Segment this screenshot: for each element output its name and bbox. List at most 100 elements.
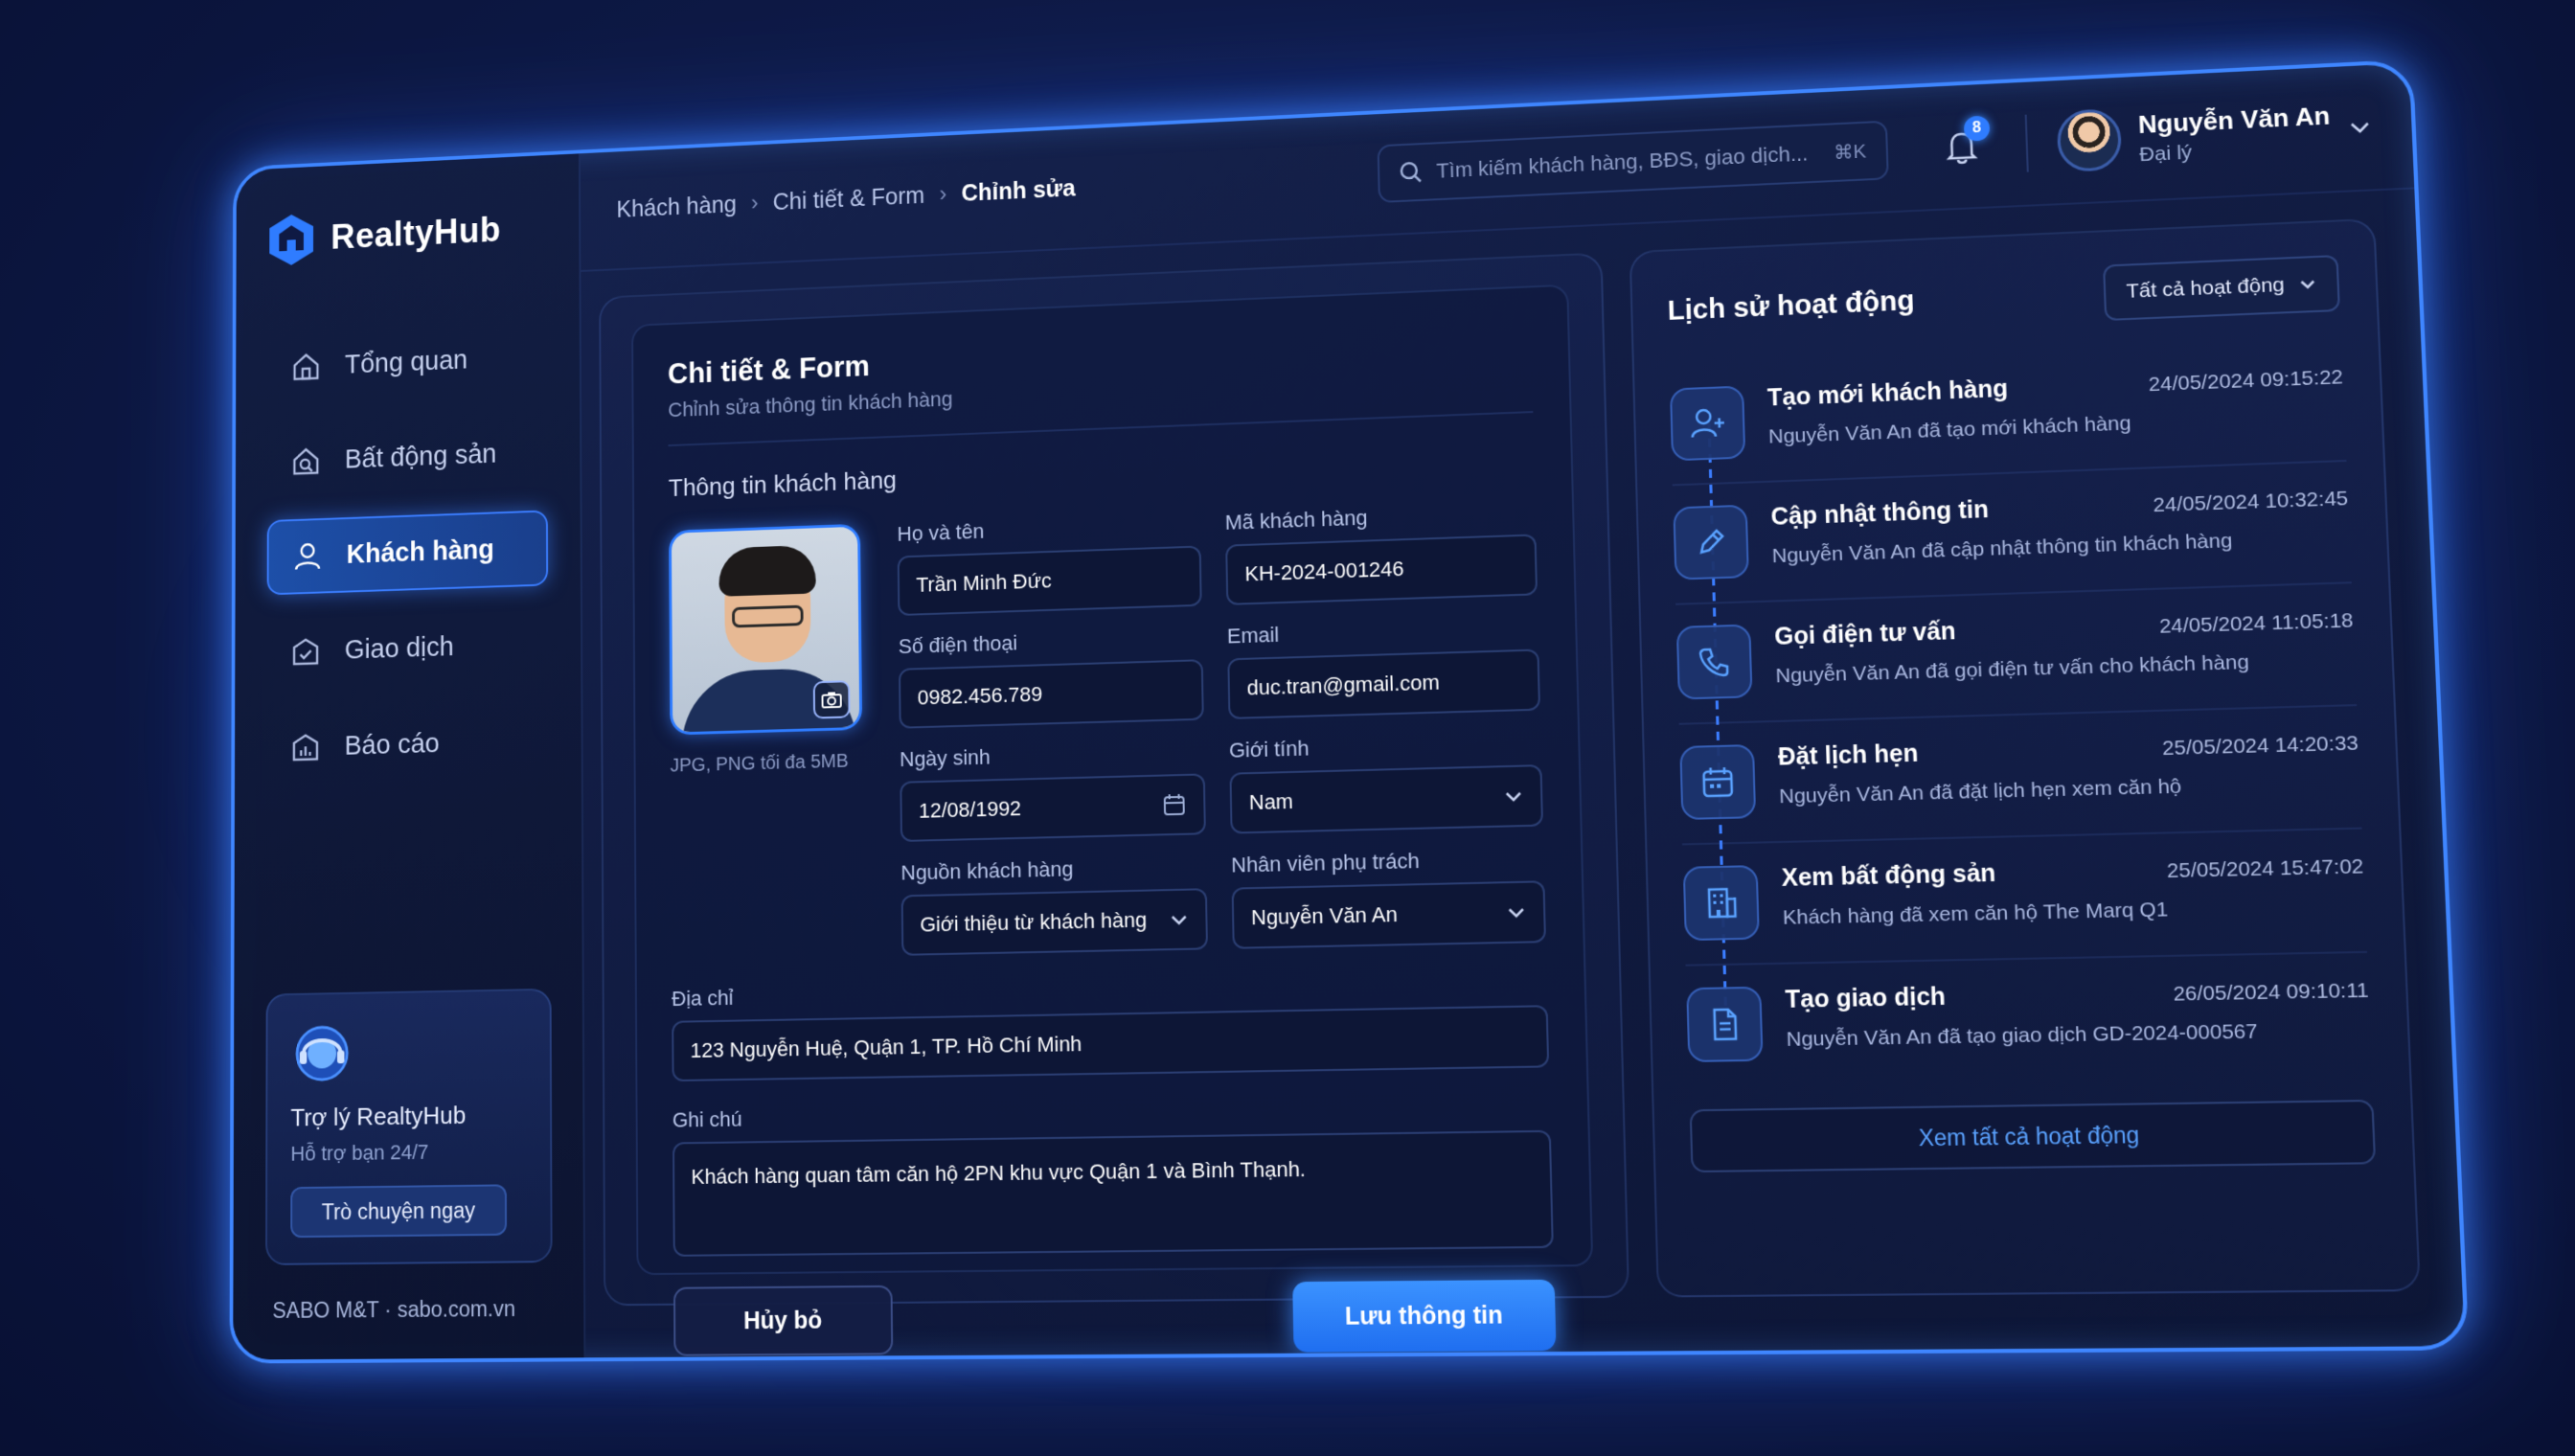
- avatar: [2056, 107, 2123, 173]
- search-shortcut: ⌘K: [1833, 141, 1867, 164]
- activity-title: Tạo giao dịch: [1785, 983, 1947, 1014]
- activity-desc: Nguyễn Văn An đã tạo mới khách hàng: [1767, 412, 2131, 448]
- customer-form-card: Chi tiết & Form Chỉnh sửa thông tin khác…: [631, 284, 1594, 1356]
- field-label: Nhân viên phụ trách: [1230, 848, 1420, 877]
- chevron-down-icon: [2298, 278, 2317, 290]
- assistant-subtitle: Hỗ trợ bạn 24/7: [290, 1140, 429, 1166]
- activity-time: 25/05/2024 14:20:33: [2161, 732, 2359, 761]
- field-label: Ngày sinh: [899, 744, 991, 772]
- sidebar-item-label: Giao dịch: [344, 631, 454, 665]
- camera-icon[interactable]: [812, 680, 851, 719]
- activity-item[interactable]: Cập nhật thông tin 24/05/2024 10:32:45 N…: [1672, 462, 2352, 605]
- customer-code-field: Mã khách hàng KH-2024-001246: [1225, 500, 1538, 605]
- content: Chi tiết & Form Chỉnh sửa thông tin khác…: [581, 189, 2465, 1357]
- breadcrumb-item[interactable]: Khách hàng: [616, 191, 737, 223]
- input-value: 0982.456.789: [917, 682, 1043, 710]
- realtyhub-logo-icon: [267, 212, 314, 268]
- transaction-icon: [289, 635, 321, 670]
- sidebar-item-label: Khách hàng: [346, 534, 494, 570]
- search-placeholder: Tìm kiếm khách hàng, BĐS, giao dịch...: [1436, 141, 1809, 183]
- cancel-button[interactable]: Hủy bỏ: [672, 1285, 894, 1356]
- activity-time: 26/05/2024 09:10:11: [2173, 979, 2370, 1006]
- birthday-input[interactable]: 12/08/1992: [900, 773, 1206, 842]
- birthday-field: Ngày sinh 12/08/1992: [900, 739, 1206, 842]
- view-all-activity-button[interactable]: Xem tất cả hoạt động: [1689, 1099, 2377, 1173]
- search-input[interactable]: Tìm kiếm khách hàng, BĐS, giao dịch... ⌘…: [1377, 120, 1889, 203]
- user-role: Đại lý: [2138, 141, 2193, 166]
- customer-form-panel: Chi tiết & Form Chỉnh sửa thông tin khác…: [599, 252, 1630, 1356]
- calendar-icon[interactable]: [1162, 792, 1187, 818]
- assistant-title: Trợ lý RealtyHub: [290, 1101, 467, 1132]
- brand[interactable]: RealtyHub: [267, 200, 546, 267]
- activity-timeline: Tạo mới khách hàng 24/05/2024 09:15:22 N…: [1669, 340, 2372, 1085]
- sidebar-nav: Tổng quan Bất động sản Khách hàng Giao d…: [266, 319, 549, 786]
- home-icon: [290, 350, 322, 384]
- form-actions: Hủy bỏ Lưu thông tin: [672, 1279, 1557, 1356]
- field-label: Họ và tên: [897, 519, 985, 546]
- sidebar-item-reports[interactable]: Báo cáo: [266, 702, 549, 786]
- activity-desc: Nguyễn Văn An đã tạo giao dịch GD-2024-0…: [1786, 1019, 2259, 1052]
- activity-item[interactable]: Tạo mới khách hàng 24/05/2024 09:15:22 N…: [1669, 340, 2347, 487]
- address-input[interactable]: 123 Nguyễn Huệ, Quận 1, TP. Hồ Chí Minh: [672, 1005, 1550, 1082]
- calendar-icon: [1679, 743, 1757, 821]
- source-select[interactable]: Giới thiệu từ khách hàng: [900, 888, 1208, 956]
- chat-now-button[interactable]: Trò chuyện ngay: [290, 1184, 508, 1239]
- user-name: Nguyễn Văn An: [2137, 100, 2331, 139]
- field-label: Địa chỉ: [672, 986, 734, 1011]
- photo-glasses: [732, 604, 804, 628]
- sidebar-item-label: Bất động sản: [344, 439, 497, 474]
- activity-panel: Lịch sử hoạt động Tất cả hoạt động Tạo m…: [1629, 217, 2421, 1298]
- activity-desc: Nguyễn Văn An đã đặt lịch hẹn xem căn hộ: [1778, 775, 2182, 808]
- input-value: 12/08/1992: [918, 796, 1022, 823]
- activity-item[interactable]: Xem bất động sản 25/05/2024 15:47:02 Khá…: [1682, 829, 2368, 967]
- select-value: Nguyễn Văn An: [1250, 901, 1399, 930]
- breadcrumb-current: Chỉnh sửa: [961, 174, 1076, 207]
- email-field: Email duc.tran@gmail.com: [1227, 614, 1541, 719]
- report-icon: [289, 730, 321, 764]
- email-input[interactable]: duc.tran@gmail.com: [1227, 648, 1541, 719]
- search-icon: [1399, 160, 1424, 186]
- input-value: duc.tran@gmail.com: [1246, 670, 1441, 700]
- activity-desc: Nguyễn Văn An đã cập nhật thông tin khác…: [1771, 529, 2233, 568]
- breadcrumb-item[interactable]: Chi tiết & Form: [773, 182, 925, 216]
- customer-code-input[interactable]: KH-2024-001246: [1225, 534, 1538, 605]
- field-label: Mã khách hàng: [1224, 505, 1368, 535]
- activity-filter-select[interactable]: Tất cả hoạt động: [2103, 255, 2340, 322]
- chevron-down-icon: [1507, 906, 1527, 919]
- document-icon: [1686, 986, 1764, 1062]
- customer-photo[interactable]: [669, 523, 863, 736]
- profile-row: JPG, PNG tối đa 5MB Họ và tên Trần Minh …: [669, 500, 1547, 961]
- save-button[interactable]: Lưu thông tin: [1292, 1279, 1557, 1353]
- filter-value: Tất cả hoạt động: [2125, 273, 2286, 303]
- staff-select[interactable]: Nguyễn Văn An: [1231, 880, 1547, 949]
- notification-badge: 8: [1963, 115, 1991, 142]
- activity-item[interactable]: Đặt lịch hẹn 25/05/2024 14:20:33 Nguyễn …: [1678, 706, 2362, 846]
- phone-input[interactable]: 0982.456.789: [899, 659, 1204, 729]
- edit-icon: [1673, 504, 1749, 580]
- note-textarea[interactable]: Khách hàng quan tâm căn hộ 2PN khu vực Q…: [672, 1129, 1554, 1257]
- phone-icon: [1675, 624, 1753, 700]
- chevron-right-icon: ›: [750, 190, 759, 216]
- sidebar-item-label: Báo cáo: [344, 728, 440, 762]
- building-icon: [1682, 865, 1760, 942]
- chevron-right-icon: ›: [939, 181, 947, 207]
- sidebar-item-properties[interactable]: Bất động sản: [267, 415, 548, 501]
- activity-title: Gọi điện tư vấn: [1773, 617, 1956, 651]
- gender-select[interactable]: Nam: [1229, 764, 1544, 834]
- activity-title: Cập nhật thông tin: [1770, 495, 1990, 531]
- user-menu[interactable]: Nguyễn Văn An Đại lý: [2056, 96, 2372, 173]
- activity-item[interactable]: Gọi điện tư vấn 24/05/2024 11:05:18 Nguy…: [1675, 583, 2358, 725]
- activity-time: 24/05/2024 11:05:18: [2158, 609, 2354, 638]
- full-name-input[interactable]: Trần Minh Đức: [897, 545, 1202, 617]
- activity-header: Lịch sử hoạt động Tất cả hoạt động: [1667, 255, 2340, 339]
- activity-item[interactable]: Tạo giao dịch 26/05/2024 09:10:11 Nguyễn…: [1686, 953, 2373, 1086]
- staff-field: Nhân viên phụ trách Nguyễn Văn An: [1230, 846, 1547, 949]
- select-value: Giới thiệu từ khách hàng: [920, 907, 1148, 937]
- input-value: Trần Minh Đức: [916, 568, 1052, 597]
- sidebar-item-transactions[interactable]: Giao dịch: [266, 606, 548, 691]
- sidebar-item-customers[interactable]: Khách hàng: [266, 510, 549, 596]
- sidebar-item-overview[interactable]: Tổng quan: [267, 319, 547, 405]
- house-search-icon: [290, 444, 322, 479]
- notifications-button[interactable]: 8: [1926, 111, 1996, 181]
- divider: [2024, 114, 2029, 172]
